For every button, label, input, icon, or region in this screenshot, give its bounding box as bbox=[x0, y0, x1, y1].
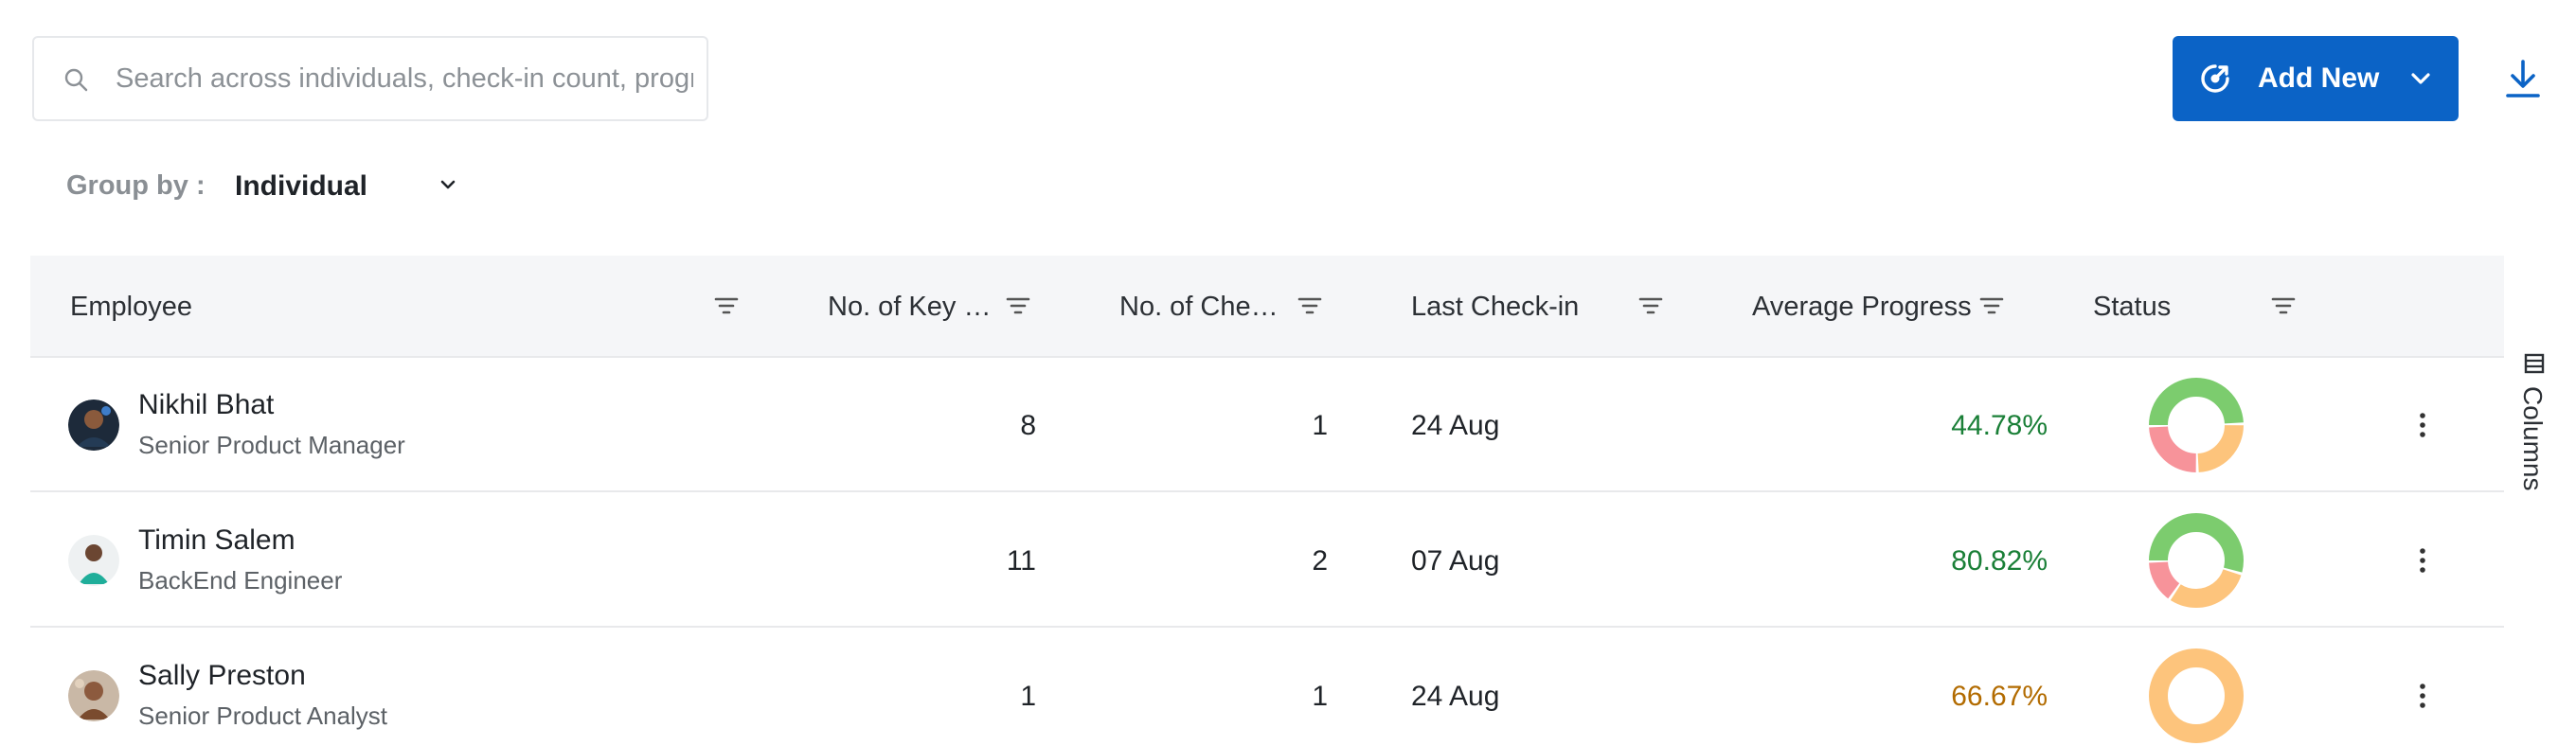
check-ins-count: 2 bbox=[1312, 545, 1328, 577]
employee-name[interactable]: Sally Preston bbox=[138, 659, 306, 693]
average-progress: 44.78% bbox=[1951, 410, 2048, 441]
last-check-in: 24 Aug bbox=[1411, 410, 1500, 441]
check-ins-count: 1 bbox=[1312, 410, 1328, 441]
average-progress: 80.82% bbox=[1951, 545, 2048, 577]
donut-segment-at-risk bbox=[2149, 648, 2244, 743]
employee-role: BackEnd Engineer bbox=[138, 566, 343, 595]
table-row[interactable]: Sally Preston Senior Product Analyst 1 1… bbox=[30, 629, 2504, 746]
employee-role: Senior Product Analyst bbox=[138, 702, 388, 730]
column-header-key-results: No. of Key … bbox=[828, 292, 992, 322]
employee-name[interactable]: Timin Salem bbox=[138, 524, 295, 558]
refresh-target-icon bbox=[2201, 64, 2229, 93]
more-options-icon[interactable] bbox=[2413, 407, 2432, 443]
chevron-down-icon bbox=[440, 180, 456, 189]
column-header-check-ins: No. of Che… bbox=[1119, 292, 1279, 322]
key-results-count: 8 bbox=[1020, 410, 1036, 441]
table-header: Employee No. of Key … No. of Che… Last C… bbox=[30, 256, 2504, 358]
column-header-status: Status bbox=[2093, 292, 2172, 322]
last-check-in: 07 Aug bbox=[1411, 545, 1500, 577]
group-by-select[interactable]: Individual bbox=[233, 167, 460, 208]
key-results-count: 11 bbox=[1006, 545, 1036, 577]
status-donut-chart bbox=[2149, 648, 2244, 743]
filter-icon[interactable] bbox=[714, 295, 739, 316]
employee-role: Senior Product Manager bbox=[138, 431, 405, 459]
status-donut-chart bbox=[2149, 378, 2244, 472]
status-donut-chart bbox=[2149, 513, 2244, 608]
columns-panel-toggle[interactable]: Columns bbox=[2515, 352, 2553, 494]
table-row[interactable]: Nikhil Bhat Senior Product Manager 8 1 2… bbox=[30, 358, 2504, 492]
column-header-employee: Employee bbox=[70, 292, 192, 322]
avatar bbox=[68, 535, 119, 586]
last-check-in: 24 Aug bbox=[1411, 681, 1500, 712]
average-progress: 66.67% bbox=[1951, 681, 2048, 712]
filter-icon[interactable] bbox=[1297, 295, 1322, 316]
add-new-button[interactable]: Add New bbox=[2173, 36, 2459, 121]
employee-name[interactable]: Nikhil Bhat bbox=[138, 388, 274, 422]
avatar bbox=[68, 400, 119, 451]
key-results-count: 1 bbox=[1020, 681, 1036, 712]
group-by-value: Individual bbox=[235, 170, 368, 202]
group-by-label: Group by : bbox=[66, 170, 206, 201]
columns-icon bbox=[2524, 353, 2545, 374]
filter-icon[interactable] bbox=[1006, 295, 1030, 316]
more-options-icon[interactable] bbox=[2413, 542, 2432, 578]
filter-icon[interactable] bbox=[2271, 295, 2296, 316]
more-options-icon[interactable] bbox=[2413, 678, 2432, 714]
columns-label: Columns bbox=[2518, 386, 2548, 491]
check-ins-count: 1 bbox=[1312, 681, 1328, 712]
filter-icon[interactable] bbox=[1638, 295, 1663, 316]
avatar bbox=[68, 670, 119, 721]
search-box[interactable] bbox=[32, 36, 708, 121]
add-new-label: Add New bbox=[2258, 62, 2380, 94]
okr-employee-table-page: Add New Group by : Individual Employee N… bbox=[0, 0, 2576, 746]
column-header-average-progress: Average Progress bbox=[1752, 292, 1972, 322]
chevron-down-icon[interactable] bbox=[2409, 68, 2432, 89]
search-icon bbox=[64, 68, 88, 92]
column-header-last-check-in: Last Check-in bbox=[1411, 292, 1580, 322]
search-input[interactable] bbox=[116, 55, 693, 102]
filter-icon[interactable] bbox=[1979, 295, 2004, 316]
table-row[interactable]: Timin Salem BackEnd Engineer 11 2 07 Aug… bbox=[30, 493, 2504, 628]
download-icon[interactable] bbox=[2504, 59, 2542, 100]
